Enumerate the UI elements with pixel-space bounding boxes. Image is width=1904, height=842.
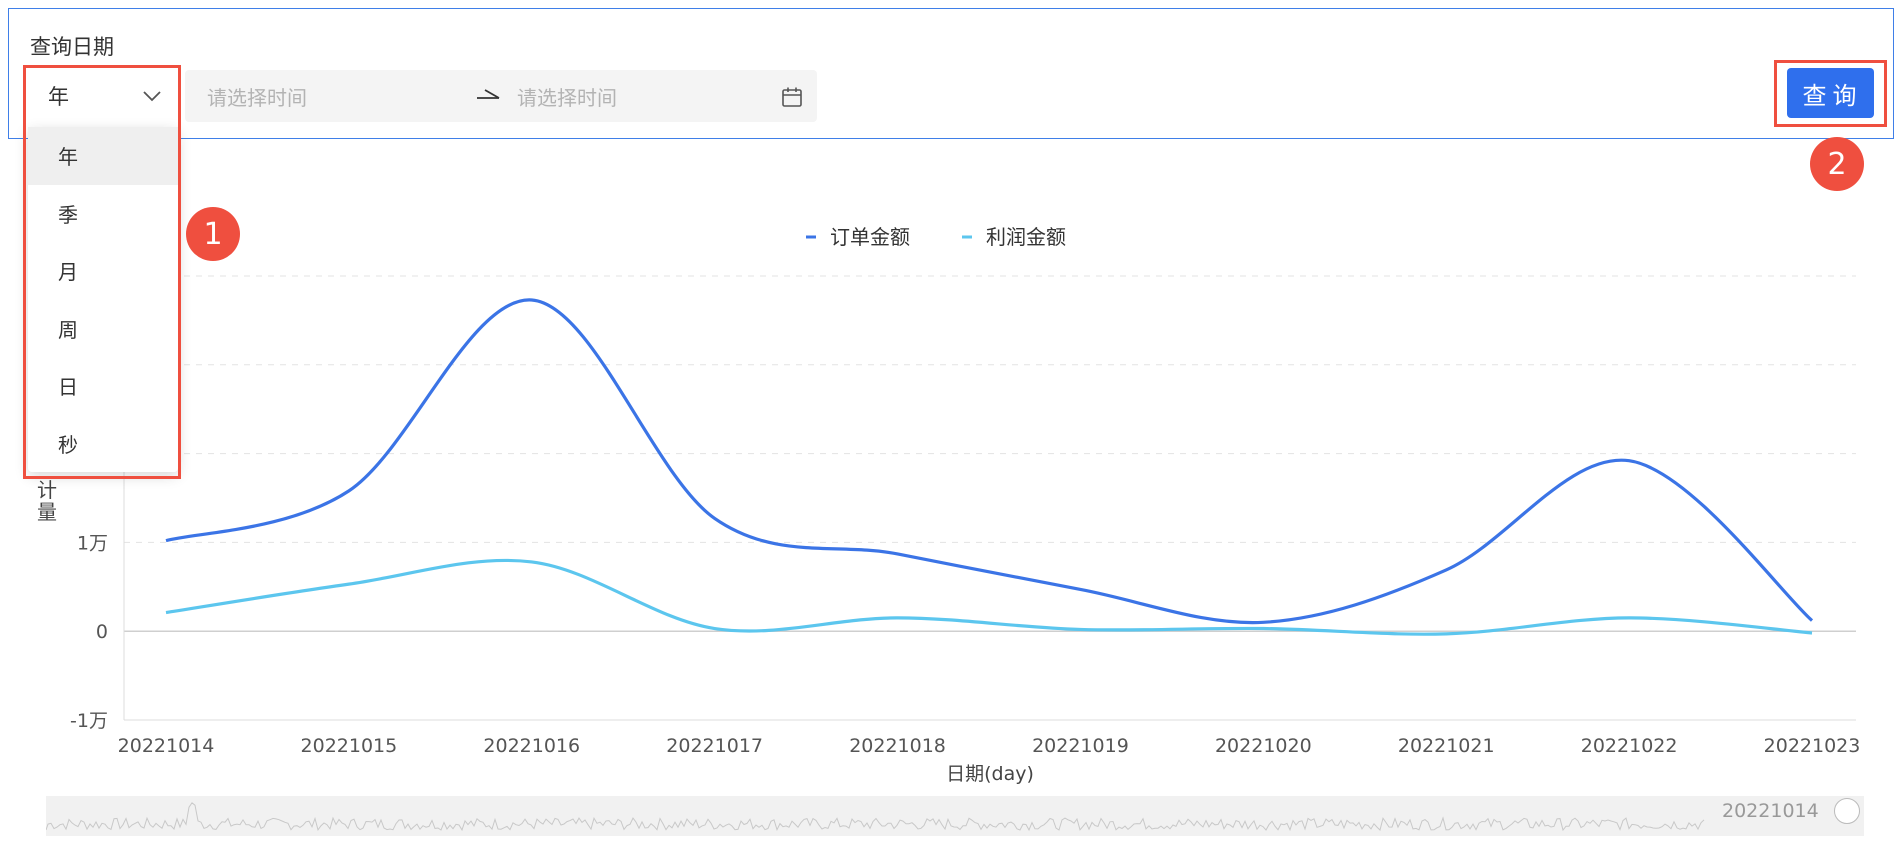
query-button[interactable]: 查询: [1787, 68, 1874, 118]
dropdown-option-month[interactable]: 月: [28, 242, 178, 300]
query-date-label: 查询日期: [30, 35, 114, 59]
step-badge-2: 2: [1810, 137, 1864, 191]
dropdown-option-second[interactable]: 秒: [28, 415, 178, 473]
data-zoom-label: 20221014: [1722, 800, 1819, 822]
granularity-dropdown: 年 季 月 周 日 秒: [28, 127, 178, 472]
chevron-down-icon: [143, 91, 161, 102]
step-badge-1: 1: [186, 207, 240, 261]
granularity-value: 年: [48, 85, 69, 109]
end-date-input[interactable]: 请选择时间: [517, 82, 617, 111]
dropdown-option-day[interactable]: 日: [28, 357, 178, 415]
data-zoom-preview: [46, 802, 1705, 832]
query-panel: 查询日期 年 请选择时间 请选择时间: [8, 8, 1894, 139]
chart-container: [8, 150, 1894, 842]
arrow-right-icon: [477, 89, 500, 99]
dropdown-option-year[interactable]: 年: [28, 127, 178, 185]
data-zoom-slider[interactable]: 20221014: [46, 796, 1864, 836]
data-zoom-sparkline: [46, 802, 1705, 832]
calendar-icon[interactable]: [781, 86, 803, 108]
dropdown-option-week[interactable]: 周: [28, 300, 178, 358]
data-zoom-handle[interactable]: [1834, 798, 1860, 824]
date-range-picker[interactable]: 请选择时间 请选择时间: [185, 70, 817, 122]
granularity-select[interactable]: 年: [28, 70, 176, 122]
start-date-input[interactable]: 请选择时间: [207, 82, 307, 111]
dropdown-option-quarter[interactable]: 季: [28, 185, 178, 243]
